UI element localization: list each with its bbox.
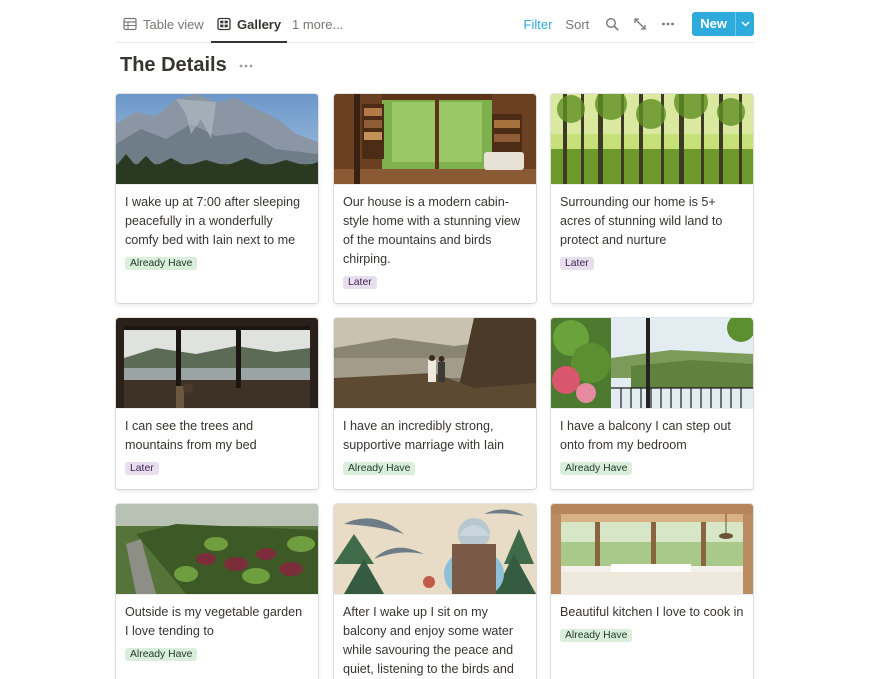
chevron-down-icon[interactable] [735,12,754,36]
card-title: I have a balcony I can step out onto fro… [560,419,731,452]
sort-button[interactable]: Sort [565,17,589,32]
new-button-label: New [700,16,727,31]
birds-illustration [334,504,536,595]
balcony-garden-photo [551,318,753,409]
card-title: Surrounding our home is 5+ acres of stun… [560,195,723,247]
page-title[interactable]: The Details [120,52,227,78]
couple-by-lake-photo [334,318,536,409]
expand-icon[interactable] [630,14,650,34]
gallery-card[interactable]: After I wake up I sit on my balcony and … [334,504,536,679]
status-tag: Already Have [125,257,198,270]
card-title: I have an incredibly strong, supportive … [343,419,504,452]
notion-page: Table view Gallery 1 more... Filter Sort [0,0,878,679]
card-title: Beautiful kitchen I love to cook in [560,605,744,619]
gallery-card[interactable]: Surrounding our home is 5+ acres of stun… [551,94,753,303]
toolbar-actions: Filter Sort New [524,12,754,36]
gallery-card[interactable]: I have a balcony I can step out onto fro… [551,318,753,489]
more-views-button[interactable]: 1 more... [292,9,343,39]
tab-gallery[interactable]: Gallery [210,9,288,43]
more-options-icon[interactable] [658,14,678,34]
status-tag: Already Have [125,648,198,661]
search-icon[interactable] [602,14,622,34]
vegetable-garden-photo [116,504,318,595]
card-title: I can see the trees and mountains from m… [125,419,257,452]
more-views-label: 1 more... [292,16,344,32]
card-title: Our house is a modern cabin-style home w… [343,195,521,266]
tab-table-label: Table view [143,16,204,32]
kitchen-photo [551,504,753,595]
new-button[interactable]: New [692,12,754,36]
gallery-card[interactable]: I can see the trees and mountains from m… [116,318,318,489]
card-title: I wake up at 7:00 after sleeping peacefu… [125,195,301,247]
status-tag: Later [560,257,594,270]
database-title-row: The Details [120,52,253,78]
table-icon [123,17,137,31]
tab-table-view[interactable]: Table view [123,9,204,39]
status-tag: Already Have [560,629,633,642]
title-more-icon[interactable] [239,64,253,68]
card-title: After I wake up I sit on my balcony and … [343,605,514,676]
status-tag: Later [125,462,159,475]
card-title: Outside is my vegetable garden I love te… [125,605,303,638]
status-tag: Already Have [560,462,633,475]
view-toolbar: Table view Gallery 1 more... Filter Sort [116,0,754,43]
cabin-interior-photo [334,94,536,185]
gallery-card[interactable]: Our house is a modern cabin-style home w… [334,94,536,303]
status-tag: Later [343,276,377,289]
gallery-card[interactable]: I have an incredibly strong, supportive … [334,318,536,489]
gallery-card[interactable]: Beautiful kitchen I love to cook in Alre… [551,504,753,679]
filter-button[interactable]: Filter [524,17,553,32]
lake-window-view-photo [116,318,318,409]
tab-gallery-label: Gallery [237,16,282,32]
forest-photo [551,94,753,185]
gallery-icon [217,17,231,31]
gallery-card[interactable]: Outside is my vegetable garden I love te… [116,504,318,679]
gallery-card[interactable]: I wake up at 7:00 after sleeping peacefu… [116,94,318,303]
mountain-range-photo [116,94,318,185]
status-tag: Already Have [343,462,416,475]
